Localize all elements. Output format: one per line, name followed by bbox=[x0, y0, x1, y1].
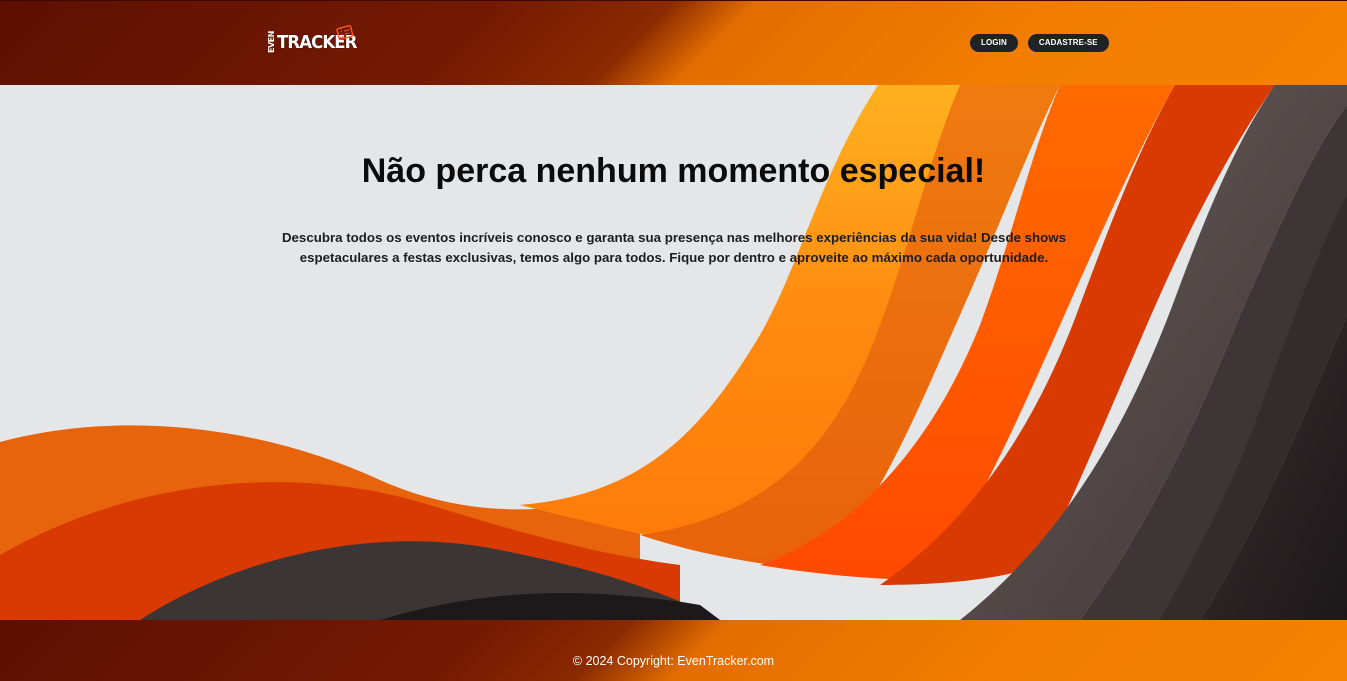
site-logo[interactable]: EVEN TRACKER bbox=[267, 23, 357, 55]
login-button[interactable]: LOGIN bbox=[970, 34, 1018, 52]
copyright-text: © 2024 Copyright: EvenTracker.com bbox=[572, 654, 775, 668]
site-header: EVEN TRACKER LOGIN CADASTRE-SE bbox=[0, 0, 1347, 85]
logo-small-text: EVEN bbox=[267, 31, 276, 53]
hero-description: Descubra todos os eventos incríveis cono… bbox=[281, 230, 1067, 265]
ticket-icon bbox=[336, 25, 354, 41]
hero-section: Não perca nenhum momento especial! Descu… bbox=[0, 85, 1347, 620]
hero-title: Não perca nenhum momento especial! bbox=[361, 152, 986, 190]
site-footer: © 2024 Copyright: EvenTracker.com bbox=[0, 620, 1347, 681]
header-nav: LOGIN CADASTRE-SE bbox=[970, 34, 1109, 52]
signup-button[interactable]: CADASTRE-SE bbox=[1027, 34, 1109, 52]
